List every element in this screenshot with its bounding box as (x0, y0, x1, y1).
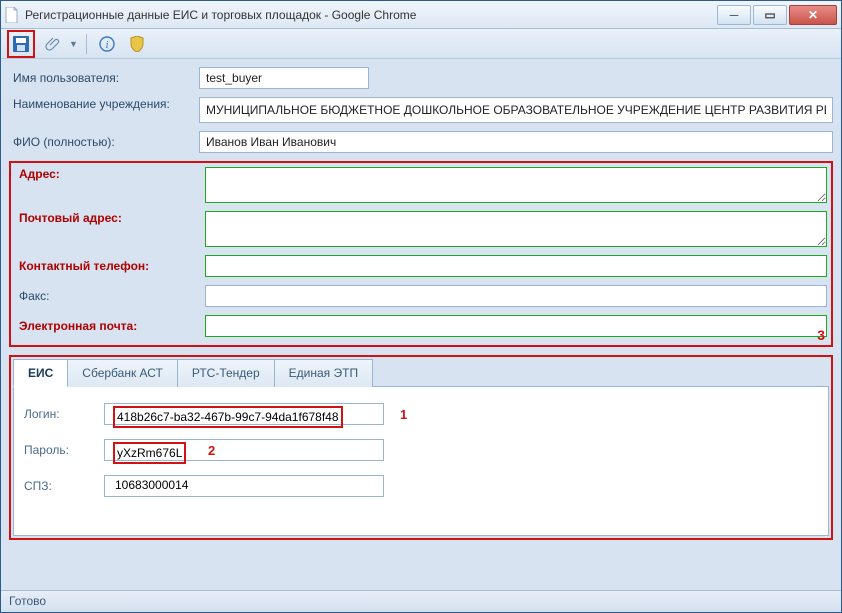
username-row: Имя пользователя: (9, 67, 833, 89)
address-input[interactable] (205, 167, 827, 203)
required-fields-frame: 3 Адрес: Почтовый адрес: Контактный теле… (9, 161, 833, 347)
tabs: ЕИС Сбербанк АСТ РТС-Тендер Единая ЭТП (13, 359, 829, 387)
callout-2: 2 (208, 443, 215, 458)
tab-edinaya-etp[interactable]: Единая ЭТП (274, 359, 373, 387)
shield-button[interactable] (125, 32, 149, 56)
password-input[interactable]: yXzRm676L (104, 439, 384, 461)
mailaddr-input[interactable] (205, 211, 827, 247)
toolbar-divider (86, 34, 87, 54)
window-title: Регистрационные данные ЕИС и торговых пл… (25, 8, 717, 22)
login-input[interactable]: 418b26c7-ba32-467b-99c7-94da1f678f48 (104, 403, 384, 425)
callout-3: 3 (817, 327, 825, 343)
email-label: Электронная почта: (15, 319, 195, 333)
statusbar: Готово (1, 590, 841, 612)
tab-eis[interactable]: ЕИС (13, 359, 68, 387)
fullname-row: ФИО (полностью): (9, 131, 833, 153)
phone-row: Контактный телефон: (15, 255, 827, 277)
email-input[interactable] (205, 315, 827, 337)
orgname-label: Наименование учреждения: (9, 97, 189, 111)
minimize-button[interactable]: ─ (717, 5, 751, 25)
maximize-button[interactable]: ▭ (753, 5, 787, 25)
username-label: Имя пользователя: (9, 71, 189, 85)
status-text: Готово (9, 594, 46, 608)
fullname-label: ФИО (полностью): (9, 135, 189, 149)
fax-label: Факс: (15, 289, 195, 303)
mailaddr-label: Почтовый адрес: (15, 211, 195, 225)
password-row: Пароль: yXzRm676L 2 (24, 439, 818, 461)
titlebar: Регистрационные данные ЕИС и торговых пл… (1, 1, 841, 29)
toolbar: 4 ▼ i (1, 29, 841, 59)
phone-input[interactable] (205, 255, 827, 277)
login-value-frame: 418b26c7-ba32-467b-99c7-94da1f678f48 (113, 406, 343, 428)
svg-text:i: i (105, 39, 108, 51)
attach-dropdown-icon[interactable]: ▼ (69, 39, 78, 49)
document-icon (5, 7, 19, 23)
spz-label: СПЗ: (24, 479, 94, 493)
fax-input[interactable] (205, 285, 827, 307)
username-input[interactable] (199, 67, 369, 89)
attach-button[interactable] (41, 32, 65, 56)
address-label: Адрес: (15, 167, 195, 181)
app-window: Регистрационные данные ЕИС и торговых пл… (0, 0, 842, 613)
callout-frame-4 (7, 30, 35, 58)
orgname-input[interactable] (199, 97, 833, 123)
close-button[interactable]: ✕ (789, 5, 837, 25)
content-area: Имя пользователя: Наименование учреждени… (1, 59, 841, 590)
password-label: Пароль: (24, 443, 94, 457)
info-button[interactable]: i (95, 32, 119, 56)
callout-1: 1 (400, 407, 407, 422)
email-row: Электронная почта: (15, 315, 827, 337)
login-row: Логин: 418b26c7-ba32-467b-99c7-94da1f678… (24, 403, 818, 425)
fullname-input[interactable] (199, 131, 833, 153)
tab-rts-tender[interactable]: РТС-Тендер (177, 359, 275, 387)
mailaddr-row: Почтовый адрес: (15, 211, 827, 247)
fax-row: Факс: (15, 285, 827, 307)
tab-panel-eis: Логин: 418b26c7-ba32-467b-99c7-94da1f678… (13, 386, 829, 536)
spz-row: СПЗ: 10683000014 (24, 475, 818, 497)
window-controls: ─ ▭ ✕ (717, 5, 837, 25)
password-value-frame: yXzRm676L (113, 442, 186, 464)
phone-label: Контактный телефон: (15, 259, 195, 273)
login-label: Логин: (24, 407, 94, 421)
tabs-frame: ЕИС Сбербанк АСТ РТС-Тендер Единая ЭТП Л… (9, 355, 833, 540)
save-button[interactable] (9, 32, 33, 56)
spz-value: 10683000014 (115, 478, 188, 492)
orgname-row: Наименование учреждения: (9, 97, 833, 123)
tab-sberbank-ast[interactable]: Сбербанк АСТ (67, 359, 178, 387)
address-row: Адрес: (15, 167, 827, 203)
spz-input[interactable]: 10683000014 (104, 475, 384, 497)
